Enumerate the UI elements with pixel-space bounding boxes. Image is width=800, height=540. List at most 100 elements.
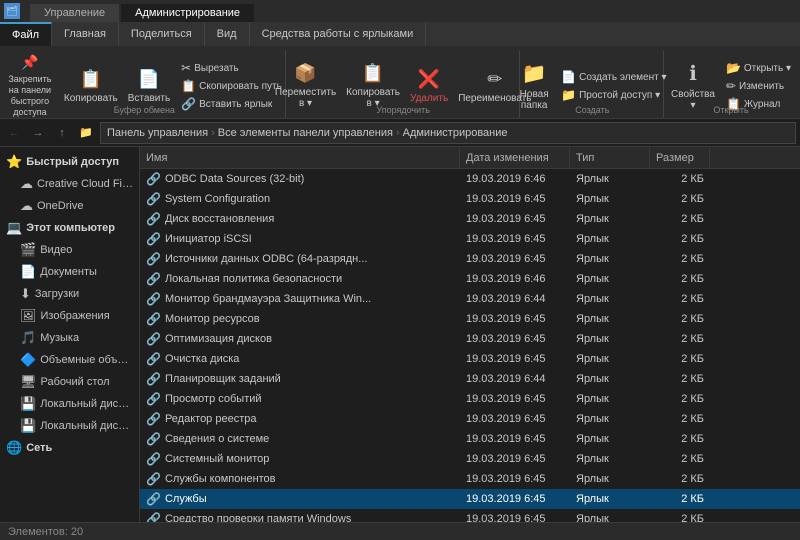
- back-button[interactable]: ←: [4, 123, 24, 143]
- ribbon-tab[interactable]: Средства работы с ярлыками: [250, 22, 427, 46]
- title-tab[interactable]: Администрирование: [121, 4, 254, 22]
- file-type: Ярлык: [570, 453, 650, 465]
- file-size: 2 КБ: [650, 233, 710, 245]
- ribbon-tab[interactable]: Файл: [0, 22, 52, 46]
- file-list: 🔗 ODBC Data Sources (32-bit) 19.03.2019 …: [140, 169, 800, 522]
- file-date: 19.03.2019 6:45: [460, 353, 570, 365]
- sidebar-item-this-pc[interactable]: 💻 Этот компьютер: [0, 217, 139, 239]
- paste-shortcut-button[interactable]: 🔗Вставить ярлык: [177, 96, 286, 112]
- sidebar-item-quick-access[interactable]: ⭐Быстрый доступ: [0, 151, 139, 173]
- file-date: 19.03.2019 6:45: [460, 333, 570, 345]
- col-header-size[interactable]: Размер: [650, 147, 710, 168]
- file-size: 2 КБ: [650, 413, 710, 425]
- sidebar-label: Загрузки: [35, 288, 79, 300]
- file-size: 2 КБ: [650, 293, 710, 305]
- file-type: Ярлык: [570, 353, 650, 365]
- up-button[interactable]: ↑: [52, 123, 72, 143]
- table-row[interactable]: 🔗 Просмотр событий 19.03.2019 6:45 Ярлык…: [140, 389, 800, 409]
- sidebar-icon: 🎬: [20, 242, 36, 258]
- sidebar-icon: 💾: [20, 418, 36, 434]
- copy-button[interactable]: 📋 Копировать: [60, 60, 122, 112]
- sidebar-item-docs[interactable]: 📄 Документы: [0, 261, 139, 283]
- sidebar-item-images[interactable]: 🖼Изображения: [0, 305, 139, 327]
- file-date: 19.03.2019 6:46: [460, 273, 570, 285]
- new-folder-button[interactable]: 📁 Новаяпапка: [514, 60, 554, 112]
- col-header-date[interactable]: Дата изменения: [460, 147, 570, 168]
- file-icon: 🔗: [146, 192, 161, 206]
- table-row[interactable]: 🔗 Диск восстановления 19.03.2019 6:45 Яр…: [140, 209, 800, 229]
- forward-button[interactable]: →: [28, 123, 48, 143]
- table-row[interactable]: 🔗 Локальная политика безопасности 19.03.…: [140, 269, 800, 289]
- breadcrumb-part2: Все элементы панели управления: [218, 127, 393, 139]
- file-size: 2 КБ: [650, 353, 710, 365]
- table-row[interactable]: 🔗 Системный монитор 19.03.2019 6:45 Ярлы…: [140, 449, 800, 469]
- file-list-header: Имя Дата изменения Тип Размер: [140, 147, 800, 169]
- table-row[interactable]: 🔗 ODBC Data Sources (32-bit) 19.03.2019 …: [140, 169, 800, 189]
- properties-button[interactable]: ℹ Свойства ▾: [667, 60, 719, 112]
- file-icon: 🔗: [146, 412, 161, 426]
- sidebar-item-video[interactable]: 🎬Видео: [0, 239, 139, 261]
- sidebar-item-disk-c[interactable]: 💾Локальный диск (C:: [0, 393, 139, 415]
- sidebar-item-3d[interactable]: 🔷Объемные объекты: [0, 349, 139, 371]
- edit-button[interactable]: ✏Изменить: [722, 78, 795, 94]
- table-row[interactable]: 🔗 Оптимизация дисков 19.03.2019 6:45 Ярл…: [140, 329, 800, 349]
- sidebar-label: Документы: [40, 266, 97, 278]
- title-tab[interactable]: Управление: [30, 4, 119, 22]
- sidebar-icon: ☁: [20, 176, 33, 192]
- create-label: Создать: [575, 105, 609, 115]
- sidebar-item-desktop[interactable]: 🖥Рабочий стол: [0, 371, 139, 393]
- sidebar-icon: 📄: [20, 264, 36, 280]
- pin-button[interactable]: 📌 Закрепить на панелибыстрого доступа: [3, 60, 57, 112]
- ribbon-tab[interactable]: Вид: [205, 22, 250, 46]
- table-row[interactable]: 🔗 Очистка диска 19.03.2019 6:45 Ярлык 2 …: [140, 349, 800, 369]
- sidebar-item-onedrive[interactable]: ☁OneDrive: [0, 195, 139, 217]
- table-row[interactable]: 🔗 Монитор ресурсов 19.03.2019 6:45 Ярлык…: [140, 309, 800, 329]
- ribbon-group-clipboard: 📌 Закрепить на панелибыстрого доступа 📋 …: [4, 50, 286, 118]
- breadcrumb[interactable]: Панель управления › Все элементы панели …: [100, 122, 796, 144]
- file-icon: 🔗: [146, 432, 161, 446]
- table-row[interactable]: 🔗 Редактор реестра 19.03.2019 6:45 Ярлык…: [140, 409, 800, 429]
- table-row[interactable]: 🔗 Инициатор iSCSI 19.03.2019 6:45 Ярлык …: [140, 229, 800, 249]
- file-type: Ярлык: [570, 393, 650, 405]
- create-element-button[interactable]: 📄Создать элемент ▾: [557, 69, 670, 85]
- table-row[interactable]: 🔗 Средство проверки памяти Windows 19.03…: [140, 509, 800, 522]
- sidebar-label: Этот компьютер: [26, 222, 115, 234]
- folder-icon: 📁: [76, 123, 96, 143]
- easy-access-button[interactable]: 📁Простой доступ ▾: [557, 87, 670, 103]
- sidebar-icon: 💻: [6, 220, 22, 236]
- sidebar-item-creative-cloud[interactable]: ☁Creative Cloud Files: [0, 173, 139, 195]
- table-row[interactable]: 🔗 Сведения о системе 19.03.2019 6:45 Ярл…: [140, 429, 800, 449]
- col-header-name[interactable]: Имя: [140, 147, 460, 168]
- sidebar-item-downloads[interactable]: ⬇Загрузки: [0, 283, 139, 305]
- copy-path-button[interactable]: 📋Скопировать путь: [177, 78, 286, 94]
- file-area: Имя Дата изменения Тип Размер 🔗 ODBC Dat…: [140, 147, 800, 522]
- ribbon-tab[interactable]: Главная: [52, 22, 119, 46]
- file-date: 19.03.2019 6:45: [460, 213, 570, 225]
- file-icon: 🔗: [146, 212, 161, 226]
- table-row[interactable]: 🔗 System Configuration 19.03.2019 6:45 Я…: [140, 189, 800, 209]
- file-type: Ярлык: [570, 273, 650, 285]
- sidebar-label: Объемные объекты: [40, 354, 133, 366]
- move-to-button[interactable]: 📦 Переместитьв ▾: [271, 60, 340, 112]
- file-size: 2 КБ: [650, 393, 710, 405]
- table-row[interactable]: 🔗 Службы компонентов 19.03.2019 6:45 Ярл…: [140, 469, 800, 489]
- file-size: 2 КБ: [650, 213, 710, 225]
- table-row[interactable]: 🔗 Источники данных ODBC (64-разрядн... 1…: [140, 249, 800, 269]
- sidebar-item-network[interactable]: 🌐Сеть: [0, 437, 139, 459]
- address-bar: ← → ↑ 📁 Панель управления › Все элементы…: [0, 119, 800, 147]
- table-row[interactable]: 🔗 Службы 19.03.2019 6:45 Ярлык 2 КБ: [140, 489, 800, 509]
- file-size: 2 КБ: [650, 313, 710, 325]
- ribbon-tab[interactable]: Поделиться: [119, 22, 205, 46]
- file-icon: 🔗: [146, 352, 161, 366]
- file-name: 🔗 Службы компонентов: [140, 472, 460, 486]
- file-name: 🔗 Локальная политика безопасности: [140, 272, 460, 286]
- sidebar-item-music[interactable]: 🎵Музыка: [0, 327, 139, 349]
- sidebar-item-disk-d[interactable]: 💾Локальный диск (D:: [0, 415, 139, 437]
- col-header-type[interactable]: Тип: [570, 147, 650, 168]
- table-row[interactable]: 🔗 Монитор брандмауэра Защитника Win... 1…: [140, 289, 800, 309]
- sidebar-icon: 🌐: [6, 440, 22, 456]
- open-button[interactable]: 📂Открыть ▾: [722, 60, 795, 76]
- table-row[interactable]: 🔗 Планировщик заданий 19.03.2019 6:44 Яр…: [140, 369, 800, 389]
- cut-button[interactable]: ✂Вырезать: [177, 60, 286, 76]
- clipboard-label: Буфер обмена: [114, 105, 175, 115]
